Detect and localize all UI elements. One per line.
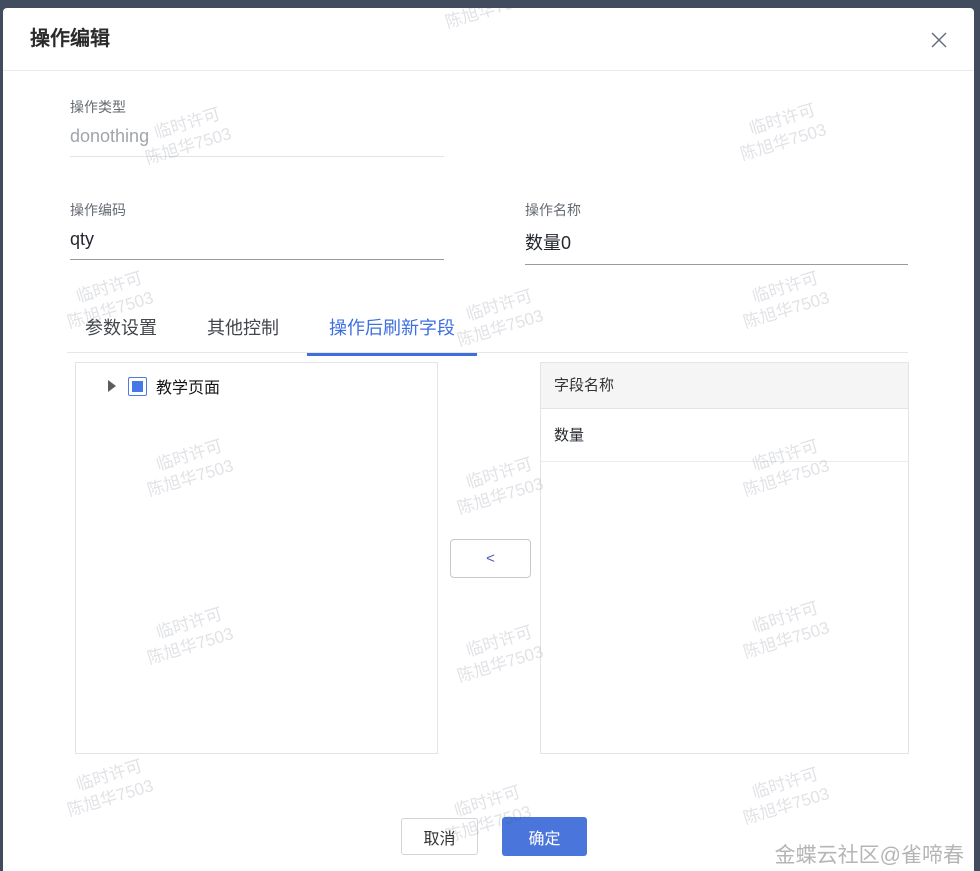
expander-arrow-icon[interactable] bbox=[108, 380, 116, 392]
operation-code-underline bbox=[70, 259, 444, 260]
watermark-tile: 临时许可陈旭华7503 bbox=[738, 100, 829, 165]
move-left-button[interactable]: < bbox=[450, 539, 531, 578]
operation-name-field: 操作名称 数量0 bbox=[525, 200, 908, 265]
operation-edit-dialog: 操作编辑 操作类型 donothing 操作编码 qty 操作名称 数量0 参数… bbox=[3, 8, 974, 871]
watermark-tile: 临时许可陈旭华7503 bbox=[741, 764, 832, 829]
confirm-button[interactable]: 确定 bbox=[502, 817, 587, 856]
dialog-header: 操作编辑 bbox=[3, 8, 974, 71]
dialog-title: 操作编辑 bbox=[30, 28, 110, 50]
close-button[interactable] bbox=[929, 31, 949, 51]
watermark-tile: 临时许可陈旭华7503 bbox=[741, 268, 832, 333]
tree-checkbox[interactable] bbox=[128, 376, 147, 396]
table-header-field-name: 字段名称 bbox=[541, 363, 908, 409]
checkbox-indeterminate-mark bbox=[132, 380, 143, 392]
field-tree-panel: 教学页面 bbox=[75, 362, 438, 754]
table-row[interactable]: 数量 bbox=[541, 409, 908, 462]
operation-type-underline bbox=[70, 156, 444, 157]
selected-fields-panel: 字段名称 数量 bbox=[540, 362, 909, 754]
cancel-button[interactable]: 取消 bbox=[401, 818, 478, 855]
operation-code-input[interactable]: qty bbox=[70, 229, 444, 259]
tab-refresh-fields[interactable]: 操作后刷新字段 bbox=[307, 314, 477, 356]
tab-other-control[interactable]: 其他控制 bbox=[185, 314, 301, 356]
operation-type-label: 操作类型 bbox=[70, 99, 126, 115]
operation-name-underline bbox=[525, 264, 908, 265]
operation-name-input[interactable]: 数量0 bbox=[525, 229, 908, 264]
operation-code-label: 操作编码 bbox=[70, 202, 126, 218]
operation-code-field: 操作编码 qty bbox=[70, 200, 444, 260]
tab-divider bbox=[67, 352, 908, 353]
tree-node[interactable]: 教学页面 bbox=[108, 374, 437, 398]
operation-name-label: 操作名称 bbox=[525, 202, 581, 218]
operation-type-value: donothing bbox=[70, 126, 150, 146]
community-credit: 金蝶云社区@雀啼春 bbox=[774, 844, 964, 867]
close-icon bbox=[931, 32, 947, 48]
tree-node-label[interactable]: 教学页面 bbox=[156, 374, 220, 398]
tab-bar: 参数设置 其他控制 操作后刷新字段 bbox=[63, 314, 483, 356]
tab-param-settings[interactable]: 参数设置 bbox=[63, 314, 179, 356]
operation-type-field: 操作类型 donothing bbox=[70, 97, 444, 157]
